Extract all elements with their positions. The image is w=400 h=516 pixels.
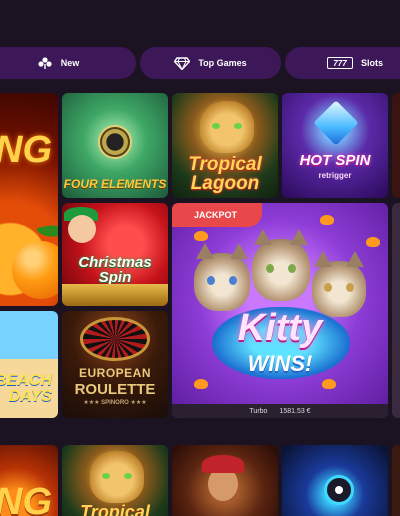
yin-yang-coin-decoration	[98, 125, 132, 159]
casino-lobby: New Top Games 777 Slots NG FOUR ELEMENTS	[0, 0, 400, 516]
game-tile-christmas-spin[interactable]: Christmas Spin	[62, 203, 168, 306]
butterfly-decoration	[194, 379, 208, 389]
kitten-decoration	[252, 229, 310, 301]
game-title: Christmas Spin	[78, 254, 152, 286]
category-new-label: New	[60, 58, 80, 68]
game-tile-genie[interactable]	[172, 445, 278, 516]
jaguar-eye	[234, 123, 242, 129]
category-top-games-button[interactable]: Top Games	[140, 47, 281, 79]
gold-coins-decoration	[62, 284, 168, 306]
jaguar-decoration	[90, 451, 144, 503]
game-title: HOT SPIN	[299, 152, 371, 169]
game-subtitle: WINS!	[247, 351, 313, 376]
jackpot-badge: JACKPOT	[172, 203, 262, 227]
game-provider: ★★★ SPINORO ★★★	[83, 400, 147, 406]
category-top-games-label: Top Games	[198, 58, 247, 68]
slots-777-icon: 777	[326, 57, 353, 69]
clover-icon	[37, 57, 53, 69]
game-title-line-2: ROULETTE	[74, 381, 156, 398]
game-tile-partial-right[interactable]	[392, 445, 400, 516]
butterfly-decoration	[322, 379, 336, 389]
game-tile-four-elements[interactable]: FOUR ELEMENTS	[62, 93, 168, 198]
jackpot-footer: Turbo 1581.53 €	[172, 404, 388, 418]
game-title: Kitty	[237, 307, 323, 349]
game-subtitle: retrigger	[318, 171, 352, 180]
diamond-decoration	[313, 100, 359, 146]
monster-decoration	[324, 475, 354, 505]
orange-decoration	[12, 241, 58, 299]
game-title: Tropical Lagoon	[188, 154, 262, 194]
kitten-decoration	[194, 243, 250, 311]
game-tile-monster[interactable]	[282, 445, 388, 516]
game-tile-partial-right[interactable]	[392, 203, 400, 418]
jackpot-amount: 1581.53 €	[279, 407, 311, 415]
kitten-eye	[288, 263, 296, 273]
game-tile-orange[interactable]: NG	[0, 445, 58, 516]
game-tile-orange[interactable]: NG	[0, 93, 58, 306]
roulette-wheel-decoration	[80, 317, 150, 361]
kitten-eye	[324, 283, 332, 293]
butterfly-decoration	[366, 237, 380, 247]
game-title: BEACH DAYS	[0, 372, 52, 405]
game-tile-beach[interactable]: BEACH DAYS	[0, 311, 58, 418]
category-slots-label: Slots	[360, 58, 383, 68]
game-tile-hot-spin[interactable]: HOT SPIN retrigger	[282, 93, 388, 198]
game-title: EUROPEAN	[78, 366, 151, 380]
jackpot-provider: Turbo	[249, 407, 268, 415]
game-title: FOUR ELEMENTS	[63, 177, 167, 191]
category-new-button[interactable]: New	[0, 47, 136, 79]
game-tile-kitty-wins[interactable]: JACKPOT Kitty WINS! Turbo 1581.53 €	[172, 203, 388, 418]
category-bar: New Top Games 777 Slots	[0, 47, 400, 79]
jaguar-eye	[124, 473, 132, 479]
game-tile-tropical-lagoon[interactable]: Tropical Lagoon	[172, 93, 278, 198]
game-title: Tropical	[80, 502, 150, 516]
elf-decoration	[68, 215, 96, 243]
game-title: NG	[0, 129, 52, 171]
butterfly-decoration	[320, 215, 334, 225]
kitten-eye	[266, 263, 274, 273]
kitten-eye	[346, 283, 354, 293]
game-tile-tropical-lagoon[interactable]: Tropical	[62, 445, 168, 516]
diamond-icon	[174, 56, 191, 70]
jaguar-eye	[102, 473, 110, 479]
jaguar-decoration	[200, 101, 254, 153]
monster-eye	[335, 486, 343, 494]
kitten-eye	[229, 276, 237, 286]
game-tile-partial-right[interactable]	[392, 93, 400, 198]
game-title: NG	[0, 481, 52, 516]
game-tile-european-roulette[interactable]: EUROPEAN ROULETTE ★★★ SPINORO ★★★	[62, 311, 168, 418]
butterfly-decoration	[194, 231, 208, 241]
jaguar-eye	[212, 123, 220, 129]
leaf-decoration	[36, 218, 58, 244]
kitten-eye	[207, 276, 215, 286]
category-slots-button[interactable]: 777 Slots	[285, 47, 400, 79]
genie-hat-decoration	[202, 455, 244, 473]
